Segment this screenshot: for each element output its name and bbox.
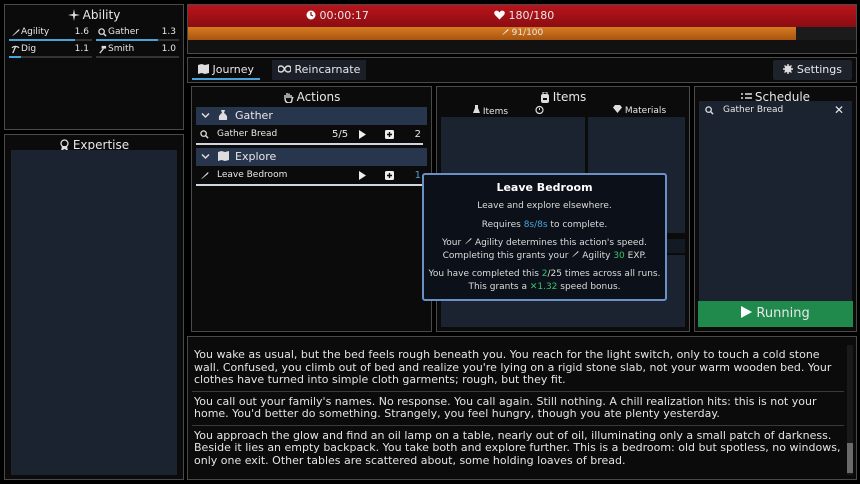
ability-title: Ability (5, 7, 183, 23)
schedule-list: Gather Bread ✕ (699, 101, 852, 313)
play-button[interactable] (358, 171, 367, 180)
action-progress-bar (196, 143, 423, 145)
map-icon (218, 151, 229, 161)
ability-panel: Ability Agility 1.6 Gather 1.3 Dig 1.1 Smit… (4, 4, 184, 130)
schedule-entry[interactable]: Gather Bread ✕ (699, 101, 852, 119)
schedule-panel: Schedule Gather Bread ✕ Running (694, 86, 857, 332)
chevron-down-icon (201, 112, 210, 119)
feather-icon (572, 250, 579, 257)
log-scrollbar[interactable] (847, 345, 853, 475)
tab-reincarnate[interactable]: Reincarnate (272, 60, 367, 80)
story-log: You wake as usual, but the bed feels rou… (187, 336, 857, 480)
gear-icon (783, 64, 794, 74)
action-tooltip: Leave Bedroom Leave and explore elsewher… (422, 173, 667, 301)
magnifier-icon (200, 130, 209, 139)
ability-progress-bar (9, 39, 92, 41)
feather-icon (464, 237, 472, 245)
actions-title: Actions (192, 89, 431, 105)
status-bars: 00:00:17 180/180 91/100 (187, 4, 857, 54)
actions-panel: Actions Gather Gather Bread 5/5 2 Explor… (191, 86, 432, 332)
running-button[interactable]: Running (698, 301, 853, 327)
main-tabs: Journey Reincarnate Settings (187, 57, 857, 83)
settings-button[interactable]: Settings (773, 60, 852, 80)
energy-readout: 91/100 (188, 27, 856, 40)
expertise-panel: Expertise (4, 134, 184, 480)
infinity-icon (277, 65, 292, 73)
magnifier-icon (98, 28, 107, 37)
play-button[interactable] (358, 130, 367, 139)
chevron-down-icon (201, 153, 210, 160)
add-to-schedule-button[interactable] (385, 130, 394, 139)
ability-gather[interactable]: Gather 1.3 (96, 27, 179, 41)
feather-icon (200, 172, 209, 180)
feather-icon (11, 29, 20, 37)
items-title: Items (437, 89, 689, 105)
ability-agility[interactable]: Agility 1.6 (9, 27, 92, 41)
timer: 00:00:17 (306, 9, 369, 22)
hammer-icon (99, 45, 107, 54)
tooltip-title: Leave Bedroom (496, 181, 593, 194)
log-entry: You wake as usual, but the bed feels rou… (192, 345, 844, 392)
gem-icon (613, 105, 622, 113)
heart-icon (494, 10, 505, 20)
sack-icon (218, 110, 228, 120)
sparkle-icon (67, 9, 80, 21)
add-to-schedule-button[interactable] (385, 171, 394, 180)
log-entry: You call out your family's names. No res… (192, 392, 844, 426)
clock-icon (306, 10, 316, 20)
ability-progress-bar (96, 56, 179, 58)
ability-dig[interactable]: Dig 1.1 (9, 44, 92, 58)
ability-smith[interactable]: Smith 1.0 (96, 44, 179, 58)
group-gather[interactable]: Gather (196, 107, 427, 125)
stopwatch-icon (535, 105, 544, 115)
health-readout: 180/180 (494, 9, 554, 22)
tab-journey[interactable]: Journey (192, 60, 261, 80)
action-leave-bedroom[interactable]: Leave Bedroom 1 (196, 168, 427, 186)
ability-progress-bar (96, 39, 179, 41)
health-bar: 00:00:17 180/180 (188, 5, 856, 27)
action-progress-bar (196, 184, 423, 186)
feather-icon (501, 28, 509, 36)
play-icon (741, 306, 753, 318)
materials-tab[interactable]: Materials (613, 105, 666, 116)
magnifier-icon (705, 106, 714, 115)
backpack-icon (540, 91, 549, 103)
flask-icon (473, 105, 480, 113)
group-explore[interactable]: Explore (196, 148, 427, 166)
ability-progress-bar (9, 56, 92, 58)
log-entry: You approach the glow and find an oil la… (194, 428, 841, 467)
close-icon[interactable]: ✕ (834, 101, 844, 119)
action-gather-bread[interactable]: Gather Bread 5/5 2 (196, 127, 427, 145)
map-icon (198, 64, 209, 74)
items-tab[interactable]: Items (473, 105, 508, 117)
pickaxe-icon (11, 45, 20, 54)
timer-tab[interactable] (535, 105, 544, 117)
expertise-list (11, 150, 177, 475)
hand-icon (283, 93, 294, 104)
